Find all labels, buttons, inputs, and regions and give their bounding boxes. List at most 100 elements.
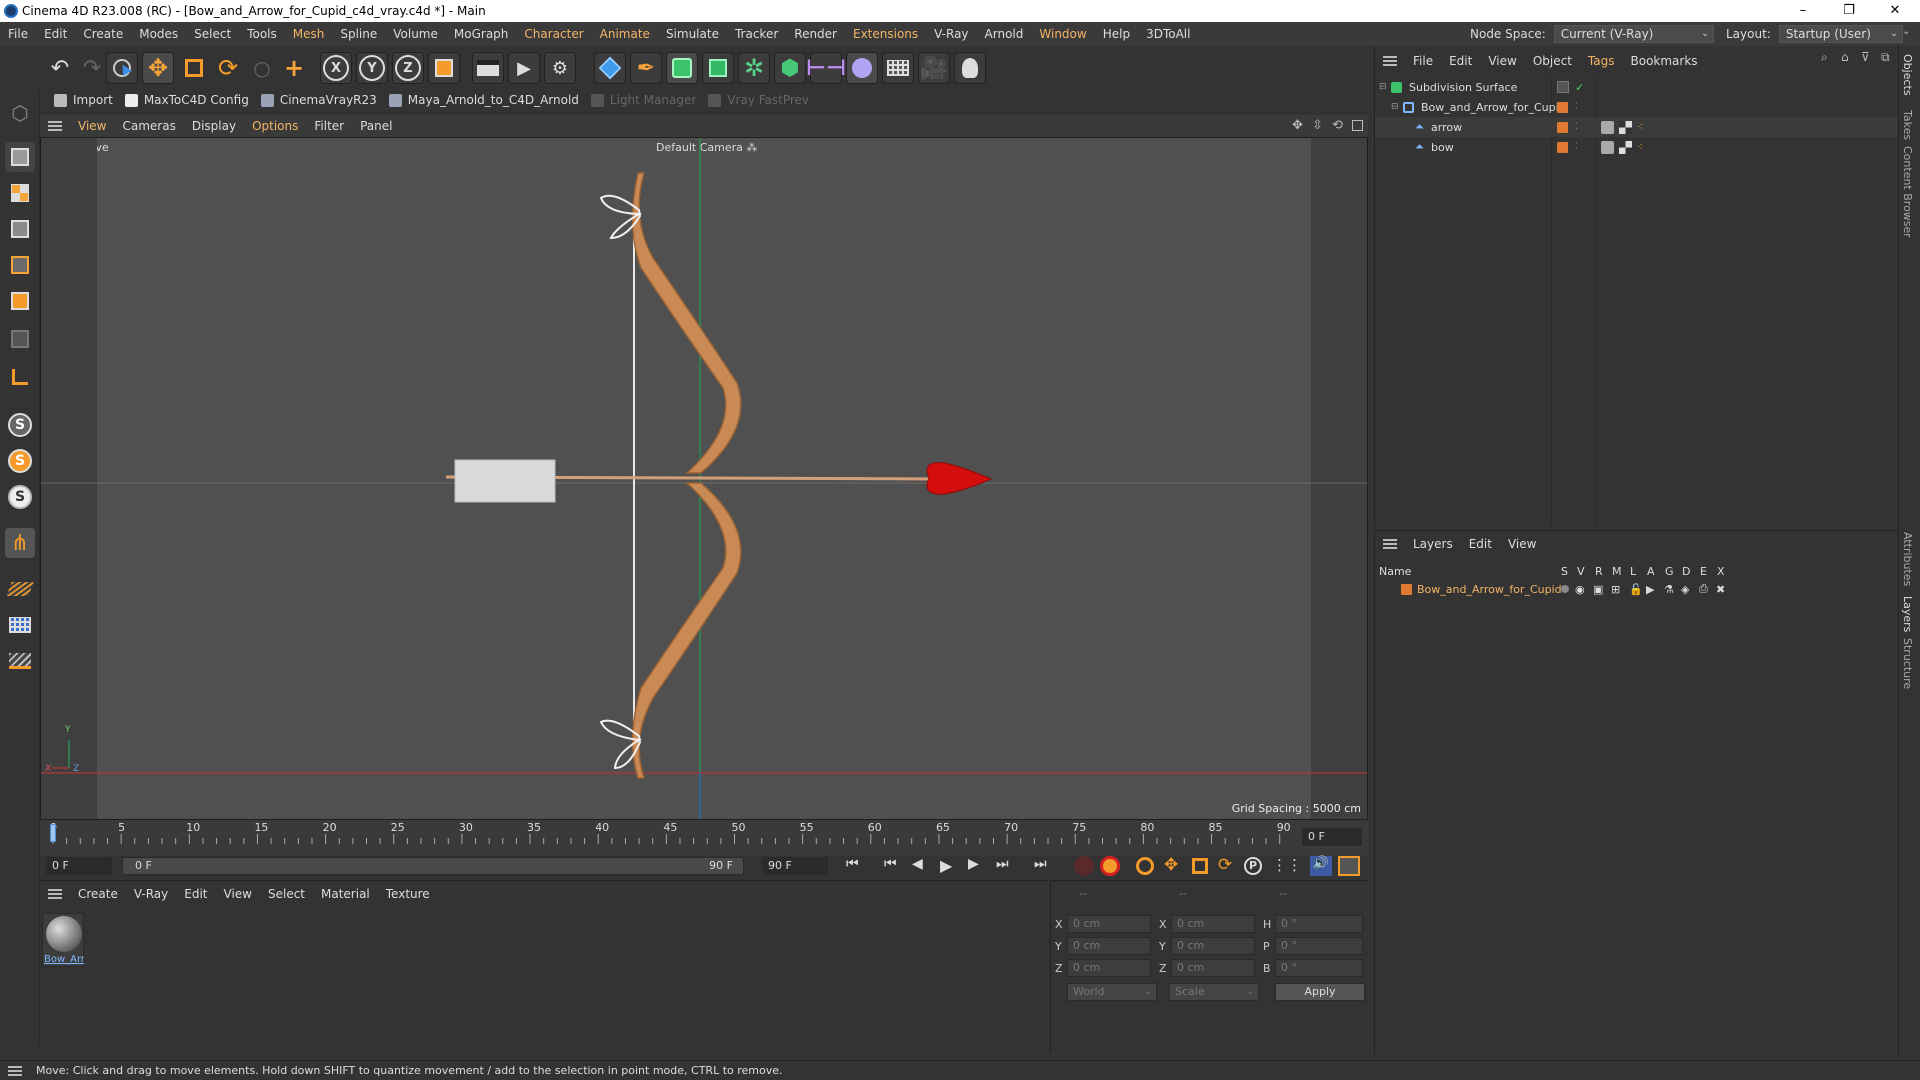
menu-modes[interactable]: Modes — [131, 27, 186, 41]
menu-help[interactable]: Help — [1095, 27, 1138, 41]
snap-s2-button[interactable]: S — [5, 446, 35, 476]
start-frame-field[interactable]: 0 F — [46, 857, 112, 875]
plugin-cinemavrayr23[interactable]: CinemaVrayR23 — [260, 93, 377, 107]
rotation-p-field[interactable]: 0 ° — [1275, 937, 1363, 955]
field-button[interactable]: ⊢⊣ — [806, 52, 846, 84]
size-z-field[interactable]: 0 cm — [1171, 959, 1255, 977]
snap-s3-button[interactable]: S — [5, 482, 35, 512]
side-tab-takes[interactable]: Takes — [1901, 110, 1914, 140]
uv-mode-button[interactable] — [5, 324, 35, 354]
dot-toggle-icon[interactable]: ⁚ — [1575, 102, 1578, 112]
coordinate-space-select[interactable]: World ⌄ — [1067, 983, 1157, 1001]
apply-button[interactable]: Apply — [1275, 983, 1365, 1001]
material-menu-view[interactable]: View — [216, 887, 260, 901]
live-selection-button[interactable] — [106, 52, 138, 84]
light-button[interactable] — [954, 52, 986, 84]
key-pla-icon[interactable]: ⋮⋮ — [1272, 856, 1302, 874]
material-swatch[interactable]: Bow_Arr — [42, 913, 84, 967]
layer-row[interactable]: Bow_and_Arrow_for_Cupid ◉ ▣ ⊞ 🔓 ▶ ⚗ ◈ ⎙ … — [1375, 579, 1899, 599]
layer-animation-icon[interactable]: ▶ — [1646, 583, 1654, 596]
menu-spline[interactable]: Spline — [332, 27, 385, 41]
rotation-h-field[interactable]: 0 ° — [1275, 915, 1363, 933]
auto-key-icon[interactable] — [1100, 856, 1120, 876]
menu-file[interactable]: File — [0, 27, 36, 41]
axis-mode-button[interactable] — [5, 362, 35, 392]
menu-tracker[interactable]: Tracker — [727, 27, 786, 41]
layer-xref-icon[interactable]: ✖ — [1716, 583, 1725, 596]
menu-edit[interactable]: Edit — [36, 27, 75, 41]
minimize-button[interactable]: – — [1780, 0, 1826, 22]
mograph-cloner-button[interactable]: ✲ — [738, 52, 770, 84]
recent-tool-button[interactable]: ○ — [246, 52, 278, 84]
viewport-menu-display[interactable]: Display — [184, 119, 244, 133]
layer-menu-icon[interactable] — [1383, 539, 1397, 549]
close-button[interactable]: ✕ — [1872, 0, 1918, 22]
make-editable-button[interactable]: ⬡ — [5, 98, 35, 128]
texture-mode-button[interactable] — [5, 178, 35, 208]
position-y-field[interactable]: 0 cm — [1067, 937, 1151, 955]
edges-mode-button[interactable] — [5, 250, 35, 280]
viewport-menu-filter[interactable]: Filter — [306, 119, 352, 133]
menu-animate[interactable]: Animate — [592, 27, 658, 41]
object-row-bow-and-arrow[interactable]: ⊟ Bow_and_Arrow_for_Cupid ⁚ — [1375, 97, 1899, 117]
play-icon[interactable]: ▶ — [940, 856, 952, 875]
viewport-move-icon[interactable]: ✥ — [1292, 118, 1303, 133]
position-z-field[interactable]: 0 cm — [1067, 959, 1151, 977]
grid-button[interactable] — [5, 610, 35, 640]
node-space-select[interactable]: Current (V-Ray) ⌄ — [1553, 25, 1714, 43]
layout-extra-chevron-icon[interactable]: ⌄ — [1902, 26, 1910, 37]
menu-mesh[interactable]: Mesh — [285, 27, 333, 41]
object-menu-bookmarks[interactable]: Bookmarks — [1623, 54, 1706, 68]
layer-lock-icon[interactable]: 🔓 — [1629, 583, 1643, 596]
material-menu-texture[interactable]: Texture — [378, 887, 438, 901]
subdivision-button[interactable] — [666, 52, 698, 84]
material-menu-vray[interactable]: V-Ray — [126, 887, 176, 901]
menu-tools[interactable]: Tools — [239, 27, 285, 41]
viewport-menu-icon[interactable] — [48, 121, 62, 131]
restore-button[interactable]: ❐ — [1826, 0, 1872, 22]
object-menu-icon[interactable] — [1383, 56, 1397, 66]
status-menu-icon[interactable] — [8, 1065, 22, 1076]
keyframe-selection-icon[interactable] — [1136, 857, 1154, 875]
side-tab-objects[interactable]: Objects — [1901, 54, 1914, 96]
render-region-button[interactable] — [472, 52, 504, 84]
x-axis-lock-button[interactable]: X — [320, 52, 352, 84]
viewport-menu-options[interactable]: Options — [244, 119, 306, 133]
go-to-start-icon[interactable]: ⏮ — [846, 856, 859, 872]
layer-manager-icon[interactable]: ⊞ — [1611, 583, 1620, 596]
viewport-maximize-icon[interactable] — [1352, 120, 1363, 131]
key-position-icon[interactable]: ✥ — [1164, 855, 1178, 875]
menu-vray[interactable]: V-Ray — [926, 27, 976, 41]
material-menu-select[interactable]: Select — [260, 887, 313, 901]
layer-color-tag[interactable] — [1557, 141, 1568, 153]
texture-tag-icon[interactable] — [1619, 120, 1632, 134]
size-x-field[interactable]: 0 cm — [1171, 915, 1255, 933]
coordinate-system-button[interactable] — [428, 52, 460, 84]
menu-mograph[interactable]: MoGraph — [446, 27, 517, 41]
plugin-import[interactable]: Import — [54, 93, 113, 107]
layer-color-tag[interactable] — [1557, 101, 1568, 113]
material-tag-icon[interactable]: ⁖ — [1637, 122, 1643, 133]
key-rotation-icon[interactable]: ⟳ — [1218, 855, 1232, 875]
next-frame-icon[interactable]: ▶ — [968, 856, 979, 872]
end-frame-field[interactable]: 90 F — [762, 857, 828, 875]
layout-select[interactable]: Startup (User) ⌄ — [1778, 25, 1903, 43]
rotation-b-field[interactable]: 0 ° — [1275, 959, 1363, 977]
extrude-button[interactable] — [702, 52, 734, 84]
layer-deformers-icon[interactable]: ◈ — [1681, 583, 1689, 596]
material-menu-material[interactable]: Material — [313, 887, 378, 901]
material-tag-icon[interactable]: ⁖ — [1637, 142, 1643, 153]
position-x-field[interactable]: 0 cm — [1067, 915, 1151, 933]
sound-icon[interactable]: 🔊 — [1310, 856, 1332, 876]
model-mode-button[interactable] — [5, 142, 35, 172]
transform-button[interactable]: + — [278, 52, 310, 84]
side-tab-layers[interactable]: Layers — [1901, 596, 1914, 632]
y-axis-lock-button[interactable]: Y — [356, 52, 388, 84]
floor-button[interactable] — [882, 52, 914, 84]
object-menu-view[interactable]: View — [1480, 54, 1524, 68]
range-slider[interactable]: 0 F 90 F — [122, 857, 744, 875]
next-keyframe-icon[interactable]: ⏭ — [996, 856, 1009, 872]
layer-menu-view[interactable]: View — [1500, 537, 1544, 551]
viewport-rotate-icon[interactable]: ⟲ — [1332, 118, 1343, 133]
material-menu-create[interactable]: Create — [70, 887, 126, 901]
